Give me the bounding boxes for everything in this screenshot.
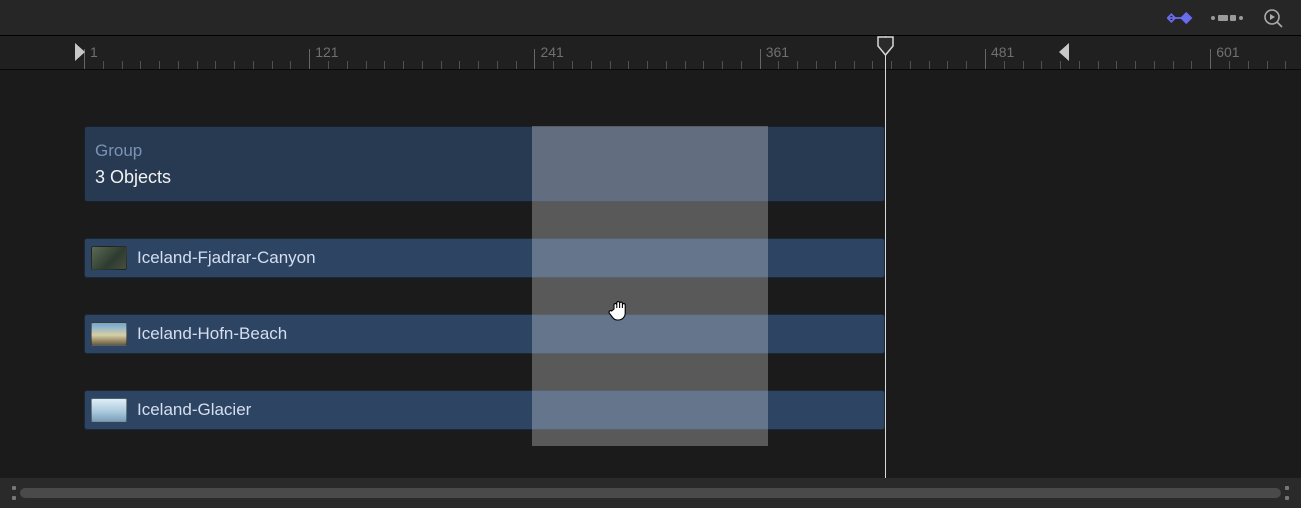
ruler-tick-minor <box>685 61 686 69</box>
ruler-tick-minor <box>797 61 798 69</box>
ruler-tick-minor <box>1229 61 1230 69</box>
ruler-tick-minor <box>1079 61 1080 69</box>
ruler-tick-minor <box>722 61 723 69</box>
timing-display-icon[interactable] <box>1213 8 1241 28</box>
ruler-tick-minor <box>140 61 141 69</box>
group-object-count: 3 Objects <box>95 167 884 188</box>
ruler-tick-minor <box>891 61 892 69</box>
scrollbar-grip-left[interactable] <box>12 486 16 500</box>
clip-thumbnail <box>91 398 127 422</box>
ruler-tick-minor <box>178 61 179 69</box>
ruler-tick-major <box>534 49 535 69</box>
ruler-tick-minor <box>215 61 216 69</box>
ruler-label: 481 <box>991 44 1014 60</box>
ruler-tick-minor <box>572 61 573 69</box>
ruler-tick-minor <box>910 61 911 69</box>
ruler-label: 1 <box>90 44 98 60</box>
ruler-tick-minor <box>516 61 517 69</box>
horizontal-scrollbar[interactable] <box>0 478 1301 508</box>
ruler-tick-minor <box>328 61 329 69</box>
ruler-tick-minor <box>854 61 855 69</box>
ruler-tick-minor <box>666 61 667 69</box>
timeline-ruler[interactable]: 1 121 241 361 481 601 <box>0 36 1301 70</box>
clip-bar[interactable]: Iceland-Hofn-Beach <box>84 314 885 354</box>
ruler-tick-minor <box>1023 61 1024 69</box>
ruler-tick-minor <box>1173 61 1174 69</box>
ruler-tick-minor <box>929 61 930 69</box>
mini-timeline-icon[interactable] <box>1259 8 1287 28</box>
ruler-tick-minor <box>234 61 235 69</box>
ruler-tick-minor <box>459 61 460 69</box>
clip-thumbnail <box>91 246 127 270</box>
ruler-tick-minor <box>1135 61 1136 69</box>
ruler-tick-minor <box>122 61 123 69</box>
ruler-tick-minor <box>816 61 817 69</box>
ruler-tick-minor <box>553 61 554 69</box>
clip-label: Iceland-Hofn-Beach <box>137 324 287 344</box>
ruler-tick-major <box>309 49 310 69</box>
ruler-tick-minor <box>628 61 629 69</box>
ruler-tick-minor <box>1191 61 1192 69</box>
ruler-tick-minor <box>1041 61 1042 69</box>
scrollbar-track[interactable] <box>20 488 1281 498</box>
ruler-tick-minor <box>253 61 254 69</box>
ruler-tick-minor <box>872 61 873 69</box>
ruler-label: 241 <box>540 44 563 60</box>
ruler-tick-minor <box>347 61 348 69</box>
ruler-tick-minor <box>1060 61 1061 69</box>
ruler-tick-minor <box>441 61 442 69</box>
ruler-label: 121 <box>315 44 338 60</box>
ruler-tick-minor <box>1285 61 1286 69</box>
ruler-label: 601 <box>1216 44 1239 60</box>
ruler-tick-minor <box>478 61 479 69</box>
ruler-tick-minor <box>1098 61 1099 69</box>
clip-label: Iceland-Glacier <box>137 400 251 420</box>
ruler-tick-minor <box>591 61 592 69</box>
ruler-tick-major <box>1210 49 1211 69</box>
ruler-tick-minor <box>1116 61 1117 69</box>
scrollbar-grip-right[interactable] <box>1285 486 1289 500</box>
ruler-tick-minor <box>197 61 198 69</box>
ruler-tick-minor <box>1154 61 1155 69</box>
ruler-tick-minor <box>610 61 611 69</box>
in-point-marker[interactable] <box>74 42 86 62</box>
out-point-marker[interactable] <box>1058 42 1070 62</box>
ruler-tick-minor <box>778 61 779 69</box>
ruler-tick-minor <box>422 61 423 69</box>
ruler-tick-minor <box>835 61 836 69</box>
ruler-tick-minor <box>1267 61 1268 69</box>
ruler-tick-minor <box>647 61 648 69</box>
ruler-tick-minor <box>703 61 704 69</box>
group-bar[interactable]: Group 3 Objects <box>84 126 885 202</box>
ruler-tick-major <box>985 49 986 69</box>
ruler-tick-minor <box>290 61 291 69</box>
ruler-tick-minor <box>741 61 742 69</box>
clip-label: Iceland-Fjadrar-Canyon <box>137 248 316 268</box>
ruler-tick-minor <box>366 61 367 69</box>
ruler-tick-minor <box>966 61 967 69</box>
ruler-tick-minor <box>403 61 404 69</box>
timeline-toolbar <box>0 0 1301 36</box>
ruler-tick-minor <box>272 61 273 69</box>
ruler-tick-minor <box>159 61 160 69</box>
timeline-tracks-area[interactable]: Group 3 Objects Iceland-Fjadrar-Canyon I… <box>0 70 1301 478</box>
ruler-tick-minor <box>947 61 948 69</box>
scrollbar-thumb[interactable] <box>20 488 1281 498</box>
clip-thumbnail <box>91 322 127 346</box>
ruler-tick-minor <box>1248 61 1249 69</box>
clip-bar[interactable]: Iceland-Fjadrar-Canyon <box>84 238 885 278</box>
ruler-tick-minor <box>497 61 498 69</box>
ruler-tick-minor <box>384 61 385 69</box>
ruler-label: 361 <box>766 44 789 60</box>
ruler-tick-minor <box>1004 61 1005 69</box>
clip-bar[interactable]: Iceland-Glacier <box>84 390 885 430</box>
playhead[interactable] <box>885 36 886 478</box>
ruler-tick-major <box>760 49 761 69</box>
keyframe-editor-icon[interactable] <box>1167 8 1195 28</box>
group-title: Group <box>95 141 884 161</box>
ruler-tick-minor <box>103 61 104 69</box>
